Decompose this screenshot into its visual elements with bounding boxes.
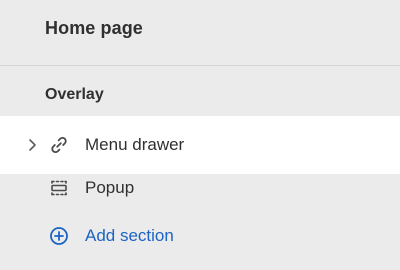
sections-panel: Home page Overlay Menu drawer Popup Add … <box>0 0 400 270</box>
link-icon <box>49 135 69 155</box>
plus-circle-icon <box>49 226 69 246</box>
divider <box>0 65 400 66</box>
group-heading-overlay: Overlay <box>45 86 104 103</box>
page-title[interactable]: Home page <box>45 18 143 39</box>
popup-icon <box>49 178 69 198</box>
add-section-label: Add section <box>85 226 174 245</box>
section-item-popup[interactable]: Popup <box>0 164 400 212</box>
section-label: Menu drawer <box>85 135 185 154</box>
add-section-button[interactable]: Add section <box>0 212 400 260</box>
chevron-right-icon[interactable] <box>24 137 40 153</box>
section-label: Popup <box>85 178 135 197</box>
